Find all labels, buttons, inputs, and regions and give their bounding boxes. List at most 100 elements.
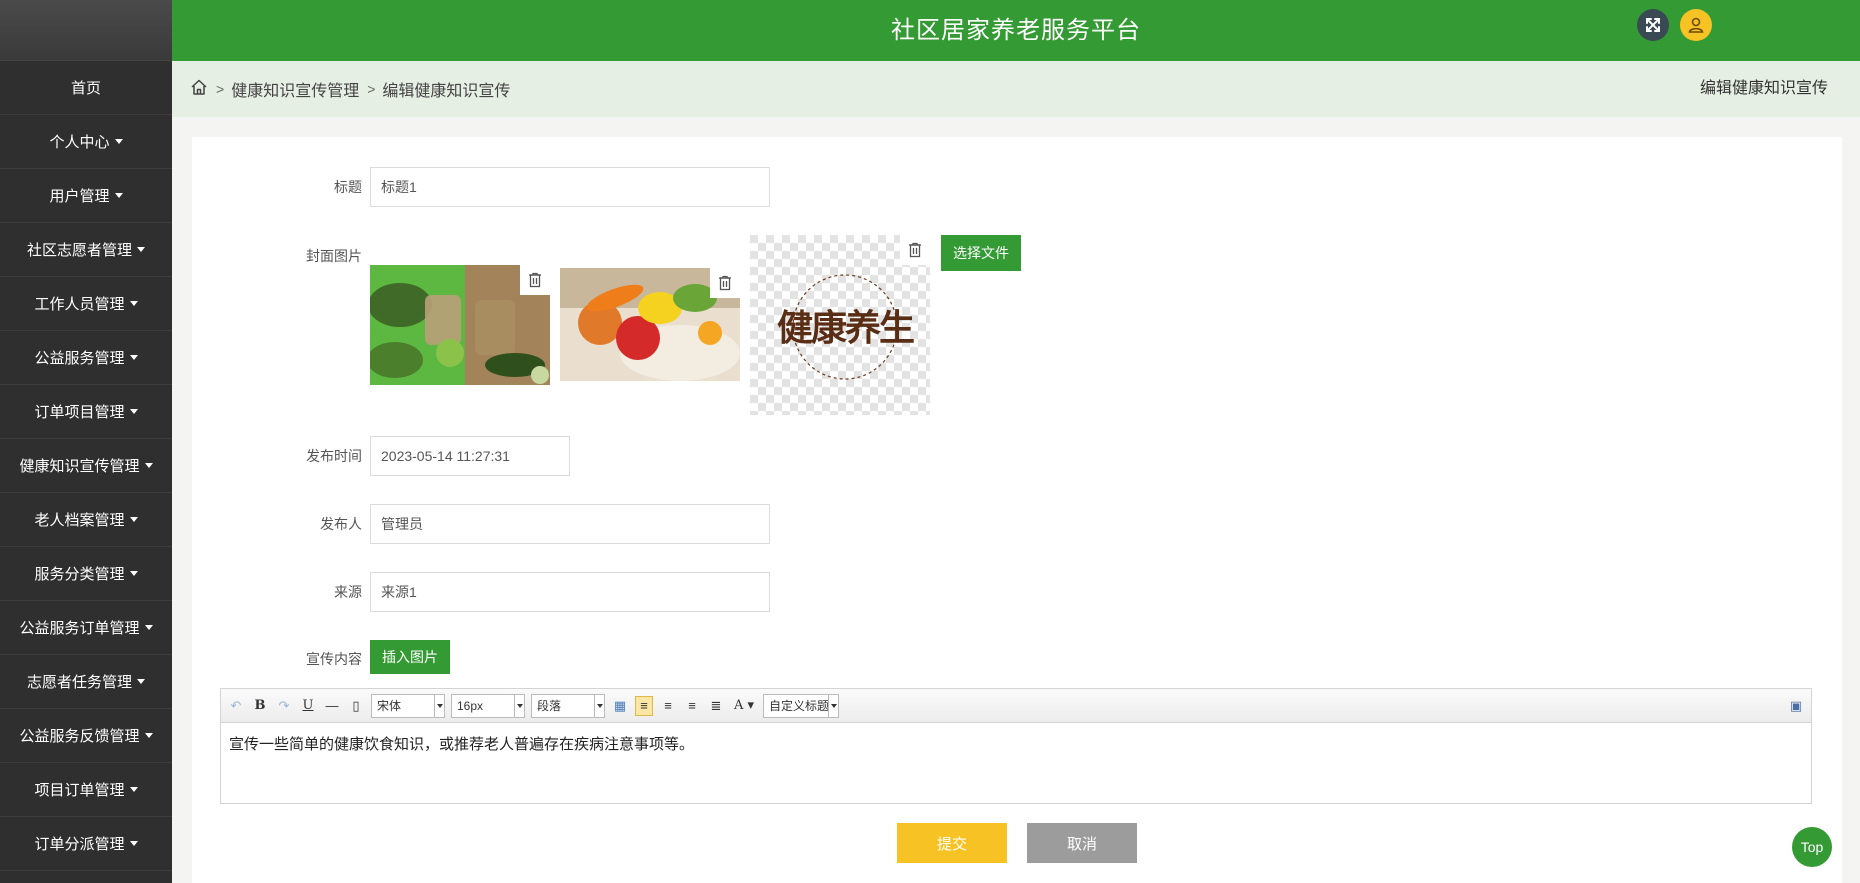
sidebar-nav: 首页 个人中心 用户管理 社区志愿者管理 工作人员管理 公益服务管理 订单项目管…	[0, 61, 172, 871]
sidebar-item-order-dispatch-management[interactable]: 订单分派管理	[0, 817, 172, 871]
page-icon[interactable]: ▯	[347, 696, 365, 716]
sidebar-item-label: 首页	[70, 80, 101, 97]
delete-cover-2-button[interactable]	[710, 268, 740, 298]
title-input[interactable]: 标题1	[370, 167, 770, 207]
insert-image-button[interactable]: 插入图片	[370, 640, 450, 674]
sidebar-item-label: 项目订单管理	[34, 782, 125, 799]
caret-down-icon	[144, 733, 153, 738]
publish-time-label: 发布时间	[306, 448, 362, 464]
align-center-icon[interactable]: ≡	[683, 696, 701, 716]
sidebar-item-staff-management[interactable]: 工作人员管理	[0, 277, 172, 331]
align-right-icon[interactable]: ≡	[659, 696, 677, 716]
sidebar-item-label: 个人中心	[49, 134, 110, 151]
sidebar-item-public-service-management[interactable]: 公益服务管理	[0, 331, 172, 385]
delete-cover-1-button[interactable]	[520, 265, 550, 295]
sidebar-item-order-project-management[interactable]: 订单项目管理	[0, 385, 172, 439]
caret-down-icon	[129, 787, 138, 792]
delete-cover-3-button[interactable]	[900, 235, 930, 265]
breadcrumb-item-health-knowledge[interactable]: 健康知识宣传管理	[231, 77, 359, 101]
breadcrumb-item-edit: 编辑健康知识宣传	[382, 83, 511, 100]
redo-icon[interactable]: ↷	[275, 696, 293, 716]
font-size-select[interactable]: 16px	[451, 693, 525, 718]
sidebar-item-elder-archive-management[interactable]: 老人档案管理	[0, 493, 172, 547]
preview-icon[interactable]: ▣	[1787, 696, 1805, 716]
publisher-label: 发布人	[320, 516, 362, 532]
font-family-select[interactable]: 宋体	[371, 693, 445, 718]
font-family-value: 宋体	[377, 699, 402, 713]
sidebar-item-label: 工作人员管理	[34, 296, 125, 313]
home-icon[interactable]	[190, 78, 208, 101]
underline-icon[interactable]: U	[299, 696, 317, 716]
font-color-icon[interactable]: A ▾	[731, 696, 757, 716]
chevron-down-icon	[514, 694, 524, 717]
sidebar-item-label: 订单分派管理	[34, 836, 125, 853]
editor-content[interactable]: 宣传一些简单的健康饮食知识，或推荐老人普遍存在疾病注意事项等。	[221, 723, 1811, 764]
publisher-input[interactable]: 管理员	[370, 504, 770, 544]
caret-down-icon	[137, 679, 145, 684]
sidebar-item-personal-center[interactable]: 个人中心	[0, 115, 172, 169]
align-justify-icon[interactable]: ≣	[707, 696, 725, 716]
align-left-icon[interactable]: ≡	[635, 695, 653, 716]
undo-icon[interactable]: ↶	[227, 696, 245, 716]
table-icon[interactable]: ▦	[611, 696, 629, 716]
caret-down-icon	[129, 301, 138, 306]
bold-icon[interactable]: B	[251, 696, 269, 716]
title-label: 标题	[334, 179, 362, 195]
caret-down-icon	[114, 193, 123, 198]
breadcrumb-separator: >	[367, 81, 376, 97]
breadcrumb: > 健康知识宣传管理 > 编辑健康知识宣传	[190, 61, 510, 117]
paragraph-select[interactable]: 段落	[531, 693, 605, 718]
caret-down-icon	[144, 463, 153, 468]
custom-title-value: 自定义标题	[769, 699, 830, 713]
caret-down-icon	[129, 841, 138, 846]
fullscreen-icon[interactable]	[1637, 9, 1669, 41]
source-input[interactable]: 来源1	[370, 572, 770, 612]
source-label: 来源	[334, 584, 362, 600]
sidebar-item-project-order-management[interactable]: 项目订单管理	[0, 763, 172, 817]
page-title: 编辑健康知识宣传	[1699, 80, 1828, 97]
caret-down-icon	[129, 571, 138, 576]
sidebar-item-public-service-feedback-management[interactable]: 公益服务反馈管理	[0, 709, 172, 763]
trash-icon	[529, 272, 541, 288]
chevron-down-icon	[828, 694, 838, 717]
publish-time-input[interactable]: 2023-05-14 11:27:31	[370, 436, 570, 476]
cancel-button[interactable]: 取消	[1027, 823, 1137, 863]
sidebar-item-user-management[interactable]: 用户管理	[0, 169, 172, 223]
trash-icon	[719, 275, 731, 291]
sidebar-item-label: 订单项目管理	[34, 404, 125, 421]
caret-down-icon	[129, 409, 138, 414]
sidebar-item-home[interactable]: 首页	[0, 61, 172, 115]
back-to-top-button[interactable]: Top	[1792, 827, 1832, 867]
horizontal-rule-icon[interactable]: —	[323, 696, 341, 716]
sidebar-item-label: 社区志愿者管理	[26, 242, 132, 259]
submit-button[interactable]: 提交	[897, 823, 1007, 863]
caret-down-icon	[129, 355, 138, 360]
sidebar-item-label: 公益服务反馈管理	[19, 728, 140, 745]
caret-down-icon	[144, 625, 153, 630]
breadcrumb-bar: > 健康知识宣传管理 > 编辑健康知识宣传 编辑健康知识宣传	[172, 61, 1860, 117]
caret-down-icon	[129, 517, 138, 522]
sidebar-item-volunteer-task-management[interactable]: 志愿者任务管理	[0, 655, 172, 709]
top-header: 社区居家养老服务平台	[172, 0, 1860, 61]
font-size-value: 16px	[457, 698, 484, 713]
sidebar: 首页 个人中心 用户管理 社区志愿者管理 工作人员管理 公益服务管理 订单项目管…	[0, 0, 172, 883]
rich-text-editor: ↶ B ↷ U — ▯ 宋体 16px 段落 ▦ ≡ ≡ ≡ ≣ A ▾ 自定义…	[220, 688, 1812, 804]
health-logo-text: 健康养生	[776, 307, 915, 349]
sidebar-item-label: 公益服务订单管理	[19, 620, 140, 637]
user-icon[interactable]	[1680, 9, 1712, 41]
trash-icon	[909, 242, 921, 258]
chevron-down-icon	[434, 694, 444, 717]
cover-image-label: 封面图片	[306, 248, 362, 264]
sidebar-item-service-category-management[interactable]: 服务分类管理	[0, 547, 172, 601]
caret-down-icon	[137, 247, 145, 252]
sidebar-logo-area	[0, 0, 172, 61]
sidebar-item-label: 用户管理	[49, 188, 110, 205]
sidebar-item-label: 老人档案管理	[34, 512, 125, 529]
sidebar-item-volunteer-management[interactable]: 社区志愿者管理	[0, 223, 172, 277]
sidebar-item-label: 健康知识宣传管理	[19, 458, 140, 475]
choose-file-button[interactable]: 选择文件	[941, 235, 1021, 271]
custom-title-select[interactable]: 自定义标题	[763, 693, 839, 718]
sidebar-item-health-knowledge-management[interactable]: 健康知识宣传管理	[0, 439, 172, 493]
sidebar-item-label: 志愿者任务管理	[26, 674, 132, 691]
sidebar-item-public-service-order-management[interactable]: 公益服务订单管理	[0, 601, 172, 655]
